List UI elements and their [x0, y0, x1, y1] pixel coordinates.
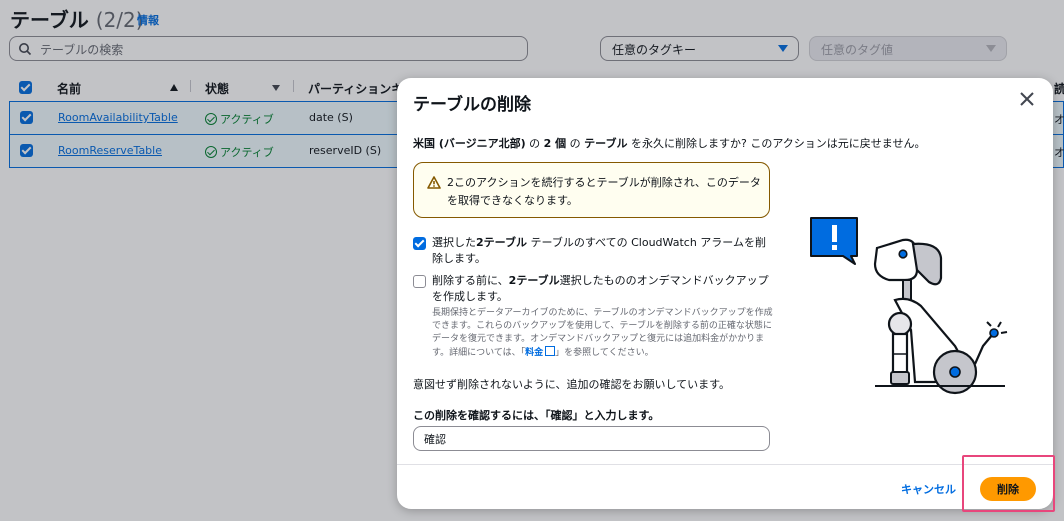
create-backup-option[interactable]: 削除する前に、2テーブル選択したもののオンデマンドバックアップを作成します。 長…: [413, 273, 773, 358]
warning-icon: [427, 176, 441, 189]
warning-text: 2このアクションを続行するとテーブルが削除され、このデータを取得できなくなります…: [447, 176, 761, 207]
cancel-button[interactable]: キャンセル: [901, 481, 956, 497]
delete-alarms-label: 選択した2テーブル テーブルのすべての CloudWatch アラームを削除しま…: [432, 235, 772, 267]
dialog-title: テーブルの削除: [413, 95, 531, 115]
confirmation-note: 意図せず削除されないように、追加の確認をお願いしています。: [413, 378, 731, 391]
table-count: 2 個: [543, 137, 567, 150]
confirm-label: この削除を確認するには、「確認」と入力します。: [413, 409, 660, 422]
tables-word: テーブル: [584, 137, 628, 150]
help-text: 」を参照してください。: [555, 348, 654, 358]
robot-dog-illustration: [810, 217, 1008, 395]
region-text: 米国 (バージニア北部): [413, 137, 526, 150]
close-icon[interactable]: [1019, 91, 1035, 107]
label-bold: 2テーブル: [476, 236, 527, 249]
delete-table-dialog: テーブルの削除 米国 (バージニア北部) の 2 個 の テーブル を永久に削除…: [397, 78, 1053, 509]
desc-text: の: [525, 137, 544, 150]
dialog-description: 米国 (バージニア北部) の 2 個 の テーブル を永久に削除しますか? この…: [413, 135, 925, 151]
pricing-link-text: 料金: [525, 348, 544, 358]
delete-alarms-checkbox[interactable]: [413, 237, 426, 250]
label-bold: 2テーブル: [508, 274, 560, 287]
label-text: 削除する前に、: [432, 274, 509, 287]
label-text: 選択した: [432, 236, 476, 249]
pricing-link[interactable]: 料金: [525, 346, 556, 358]
external-link-icon: [545, 346, 556, 356]
confirm-input-wrapper[interactable]: [413, 426, 770, 451]
confirm-input[interactable]: [414, 427, 769, 450]
backup-help-text: 長期保持とデータアーカイブのために、テーブルのオンデマンドバックアップを作成でき…: [432, 307, 777, 360]
dialog-footer: キャンセル 削除: [397, 464, 1053, 509]
create-backup-label: 削除する前に、2テーブル選択したもののオンデマンドバックアップを作成します。: [432, 273, 772, 305]
delete-alarms-option[interactable]: 選択した2テーブル テーブルのすべての CloudWatch アラームを削除しま…: [413, 235, 773, 269]
desc-text: の: [566, 137, 585, 150]
create-backup-checkbox[interactable]: [413, 275, 426, 288]
desc-text: を永久に削除しますか? このアクションは元に戻せません。: [627, 137, 926, 150]
warning-alert: 2このアクションを続行するとテーブルが削除され、このデータを取得できなくなります…: [413, 162, 770, 218]
highlight-box: [962, 455, 1055, 512]
